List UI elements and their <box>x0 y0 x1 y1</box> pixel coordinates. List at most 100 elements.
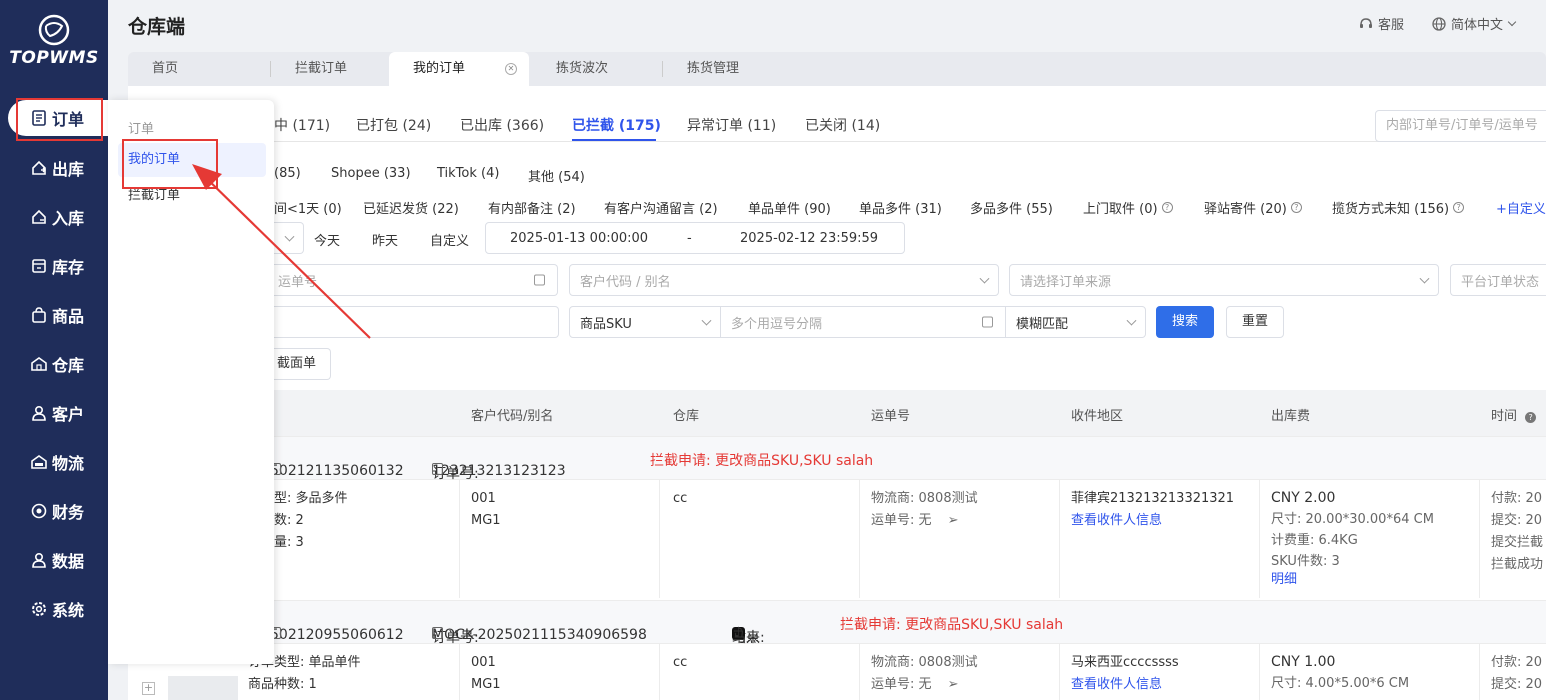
filter-chip[interactable]: 有内部备注 (2) <box>488 198 576 217</box>
cell-divider <box>459 644 460 700</box>
chevron-down-icon <box>1126 315 1137 326</box>
sidebar-item-label: 物流 <box>52 454 85 473</box>
sku-input[interactable]: 多个用逗号分隔 <box>720 306 1006 338</box>
sidebar-item-label: 系统 <box>52 601 85 620</box>
chevron-down-icon <box>701 315 712 326</box>
tracking-info: 物流商: 0808测试 运单号: 无 ➢ <box>871 491 978 528</box>
status-tab-intercepted[interactable]: 已拦截 (175) <box>572 115 661 135</box>
date-range-picker[interactable]: 2025-01-13 00:00:00 - 2025-02-12 23:59:5… <box>485 222 905 254</box>
tab-intercepted-orders[interactable]: 拦截订单 <box>271 52 389 86</box>
platform-filter-first[interactable]: (85) <box>274 166 301 181</box>
sidebar-item-customers[interactable]: 客户 <box>0 395 108 431</box>
status-tab-packed[interactable]: 已打包 (24) <box>356 115 431 135</box>
question-icon: ? <box>1290 202 1302 213</box>
copy-icon[interactable] <box>432 627 443 639</box>
sidebar-item-label: 仓库 <box>52 356 85 375</box>
submenu-title: 订单 <box>128 122 155 137</box>
filter-chip[interactable]: 多品多件 (55) <box>970 198 1053 217</box>
order-group-row: 502120955060612 订单号: MOCK-20250211153409… <box>128 600 1546 646</box>
page-title: 仓库端 <box>128 16 186 38</box>
send-icon[interactable]: ➢ <box>948 513 959 528</box>
warehouse-code: cc <box>673 491 688 506</box>
filter-chip[interactable]: 已延迟发货 (22) <box>363 198 459 217</box>
sidebar-item-logistics[interactable]: 物流 <box>0 444 108 480</box>
date-yesterday-button[interactable]: 昨天 <box>372 230 398 249</box>
globe-icon <box>1431 16 1447 32</box>
fee-detail-link[interactable]: 明细 <box>1271 572 1434 588</box>
page-tabs: 首页 拦截订单 我的订单 ✕ 拣货波次 拣货管理 <box>128 52 1546 86</box>
close-icon[interactable]: ✕ <box>505 63 517 75</box>
status-tab-closed[interactable]: 已关闭 (14) <box>805 115 880 135</box>
logo: TOPWMS <box>0 14 108 68</box>
sku-type-select[interactable]: 商品SKU <box>569 306 721 338</box>
platform-filter-shopee[interactable]: Shopee (33) <box>331 166 411 181</box>
sidebar-item-warehouse[interactable]: 仓库 <box>0 346 108 382</box>
filter-chip[interactable]: 单品单件 (90) <box>748 198 831 217</box>
expand-row-icon[interactable]: + <box>142 682 155 695</box>
tracking-info: 物流商: 0808测试 运单号: 无 ➢ <box>871 655 978 692</box>
cell-divider <box>1059 644 1060 700</box>
chevron-down-icon <box>1507 17 1517 26</box>
sidebar-item-inventory[interactable]: 库存 <box>0 248 108 284</box>
sidebar-item-finance[interactable]: 财务 <box>0 493 108 529</box>
sidebar-item-label: 商品 <box>52 307 85 326</box>
filter-chip-pickup[interactable]: 上门取件 (0)? <box>1083 198 1173 217</box>
multi-input-icon <box>982 316 993 328</box>
status-tab-in-progress[interactable]: 中 (171) <box>274 115 330 135</box>
order-search-input[interactable]: 内部订单号/订单号/运单号 <box>1375 110 1546 142</box>
region-info: 菲律宾213213213321321 查看收件人信息 <box>1071 488 1234 532</box>
copy-icon[interactable] <box>432 463 443 475</box>
reset-button[interactable]: 重置 <box>1226 306 1284 338</box>
column-header-warehouse: 仓库 <box>673 409 700 424</box>
date-separator: - <box>687 230 692 246</box>
sidebar-item-outbound[interactable]: 出库 <box>0 150 108 186</box>
date-custom-button[interactable]: 自定义 <box>430 230 469 249</box>
customer-code-select[interactable]: 客户代码 / 别名 <box>569 264 999 296</box>
tab-home[interactable]: 首页 <box>128 52 268 86</box>
divider <box>128 141 1546 142</box>
filter-chip-unknown[interactable]: 揽货方式未知 (156)? <box>1332 198 1465 217</box>
date-today-button[interactable]: 今天 <box>314 230 340 249</box>
status-tab-shipped[interactable]: 已出库 (366) <box>460 115 544 135</box>
match-mode-select[interactable]: 模糊匹配 <box>1005 306 1146 338</box>
filter-chip[interactable]: 单品多件 (31) <box>859 198 942 217</box>
customer-service-link[interactable]: 客服 <box>1358 14 1404 33</box>
tab-pick-waves[interactable]: 拣货波次 <box>532 52 662 86</box>
column-header-time: 时间 ? <box>1491 405 1537 424</box>
sidebar-item-inbound[interactable]: 入库 <box>0 199 108 235</box>
filter-chip[interactable]: 间<1天 (0) <box>274 198 342 217</box>
sidebar-item-settings[interactable]: 系统 <box>0 591 108 627</box>
language-select[interactable]: 简体中文 <box>1431 14 1517 33</box>
sidebar-item-products[interactable]: 商品 <box>0 297 108 333</box>
filter-chip[interactable]: 有客户沟通留言 (2) <box>604 198 718 217</box>
sidebar-item-label: 出库 <box>52 160 85 179</box>
tab-pick-management[interactable]: 拣货管理 <box>663 52 793 86</box>
platform-filter-tiktok[interactable]: TikTok (4) <box>437 166 499 181</box>
annotation-box <box>16 98 103 141</box>
custom-filter-link[interactable]: +自定义 <box>1496 198 1546 217</box>
time-info: 付款: 20 提交: 20 提交拦截 拦截成功 <box>1491 491 1544 572</box>
fee-info: CNY 2.00 尺寸: 20.00*30.00*64 CM 计费重: 6.4K… <box>1271 490 1434 588</box>
view-recipient-link[interactable]: 查看收件人信息 <box>1071 510 1234 532</box>
status-tab-exception[interactable]: 异常订单 (11) <box>687 115 776 135</box>
sidebar-item-data[interactable]: 数据 <box>0 542 108 578</box>
question-icon: ? <box>1161 202 1173 213</box>
tab-my-orders[interactable]: 我的订单 ✕ <box>389 52 529 86</box>
order-number-input[interactable]: 运单号 <box>268 264 558 296</box>
top-header: 仓库端 客服 简体中文 <box>108 0 1546 48</box>
fee-info: CNY 1.00 尺寸: 4.00*5.00*6 CM <box>1271 654 1410 691</box>
customer-icon <box>30 404 48 422</box>
table-header: 客户代码/别名 仓库 运单号 收件地区 出库费 时间 ? <box>128 390 1546 436</box>
view-recipient-link[interactable]: 查看收件人信息 <box>1071 674 1179 696</box>
search-button[interactable]: 搜索 <box>1156 306 1214 338</box>
product-icon <box>30 306 48 324</box>
platform-filter-other[interactable]: 其他 (54) <box>528 166 585 185</box>
filter-input[interactable] <box>268 306 559 338</box>
warehouse-icon <box>30 355 48 373</box>
cell-divider <box>859 644 860 700</box>
order-source-select[interactable]: 请选择订单来源 <box>1009 264 1439 296</box>
filter-chip-station[interactable]: 驿站寄件 (20)? <box>1204 198 1302 217</box>
inbound-icon <box>30 208 48 226</box>
send-icon[interactable]: ➢ <box>948 677 959 692</box>
platform-status-select[interactable]: 平台订单状态 <box>1450 264 1546 296</box>
